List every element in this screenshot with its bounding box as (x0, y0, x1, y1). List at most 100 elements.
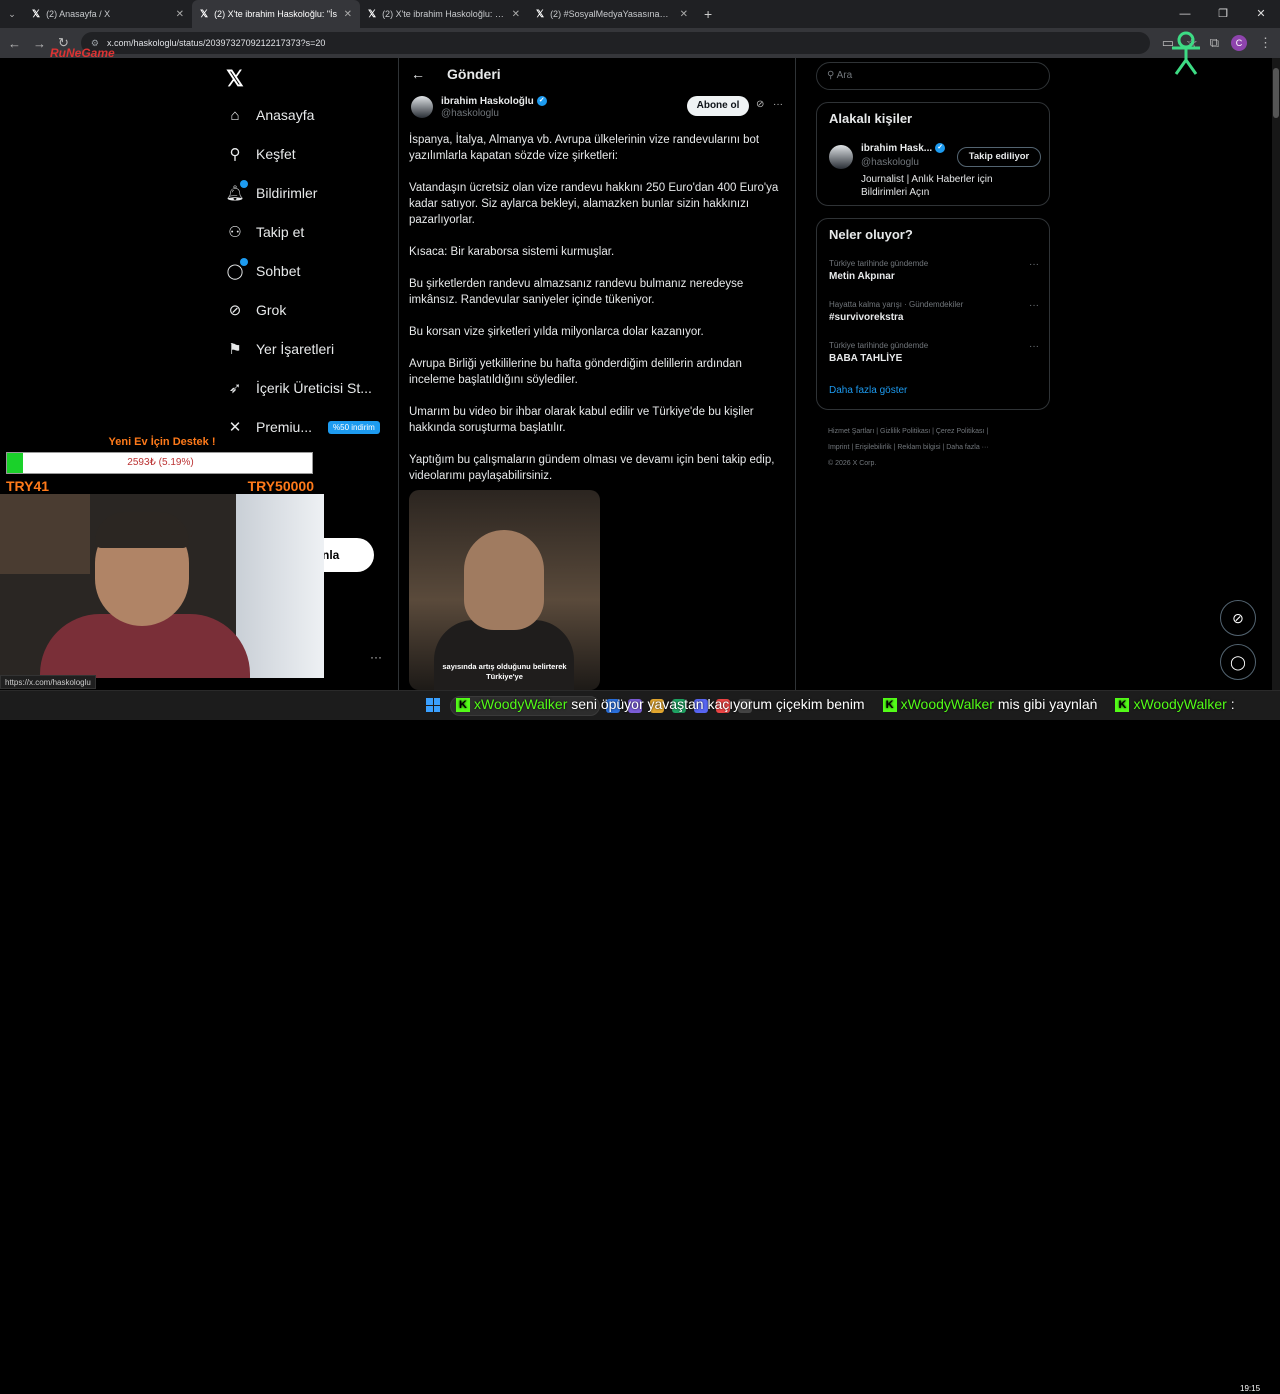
search-icon: ⚲ (229, 146, 241, 163)
person-bio: Journalist | Anlık Haberler için Bildiri… (861, 174, 993, 198)
nav-item-explore[interactable]: ⚲ Keşfet (226, 145, 296, 163)
related-people-panel: Alakalı kişiler ibrahim Hask... ✓ @haskol… (816, 102, 1050, 206)
trend-context: Hayatta kalma yarışı · Gündemdekiler (829, 300, 964, 309)
nav-item-follow[interactable]: ⚇ Takip et (226, 223, 304, 241)
notification-dot (240, 258, 248, 266)
person-handle[interactable]: @haskologlu (861, 157, 919, 168)
related-title: Alakalı kişiler (829, 111, 913, 126)
nav-item-grok[interactable]: ⊘ Grok (226, 301, 287, 319)
trend-context: Türkiye tarihinde gündemde (829, 341, 929, 350)
page-scrollbar[interactable] (1272, 58, 1280, 690)
trends-panel: Neler oluyor? Türkiye tarihinde gündemde… (816, 218, 1050, 410)
nav-item-chat[interactable]: ◯ Sohbet (226, 258, 300, 280)
nav-label: Premiu... (256, 419, 313, 435)
trend-more-icon[interactable]: ··· (1029, 300, 1039, 311)
url-bar[interactable]: ⚙ x.com/haskologlu/status/20397327092122… (80, 32, 1150, 54)
new-tab-icon[interactable]: + (696, 6, 720, 22)
tab-close-icon[interactable]: ✕ (176, 9, 184, 20)
chat-icon: ◯ (226, 258, 248, 280)
post-paragraph: Avrupa Birliği yetkililerine bu hafta gö… (409, 358, 742, 386)
ticker-message: KxWoodyWalker seni öpüyor yavaştan kaçıy… (456, 696, 865, 713)
taskbar-clock: 19:15 (1240, 1384, 1261, 1393)
post-paragraph: Kısaca: Bir karaborsa sistemi kurmuşlar. (409, 246, 615, 258)
ticker-text: seni öpüyor yavaştan kaçıyorum çiçekim b… (571, 696, 865, 712)
maximize-icon[interactable]: ❐ (1204, 0, 1242, 28)
post-column: ← Gönderi ibrahim Haskoloğlu ✓ @haskologl… (398, 58, 796, 690)
trend-item[interactable]: Türkiye tarihinde gündemde BABA TAHLİYE … (829, 341, 1039, 364)
close-window-icon[interactable]: ✕ (1242, 0, 1280, 28)
ticker-message: KxWoodyWalker : (1115, 696, 1235, 713)
tab-title: (2) #SosyalMedyaYasasınaHay (550, 9, 674, 19)
author-handle[interactable]: @haskologlu (441, 108, 499, 119)
trend-more-icon[interactable]: ··· (1029, 259, 1039, 270)
x-favicon-icon: 𝕏 (200, 8, 209, 20)
trend-more-icon[interactable]: ··· (1029, 341, 1039, 352)
more-options-icon[interactable]: ··· (773, 99, 783, 110)
post-author: ibrahim Haskoloğlu ✓ @haskologlu Abone ol… (411, 96, 787, 124)
account-more-icon[interactable]: ··· (370, 650, 382, 664)
windows-start-icon[interactable] (426, 698, 440, 712)
nav-item-premium[interactable]: ✕ Premiu... %50 indirim (226, 418, 380, 436)
nav-label: Bildirimler (256, 185, 318, 201)
nav-item-home[interactable]: ⌂ Anasayfa (226, 106, 314, 124)
menu-icon[interactable]: ⋮ (1259, 35, 1272, 51)
post-video[interactable]: sayısında artış olduğunu belirterek Türk… (409, 490, 600, 690)
show-more-link[interactable]: Daha fazla göster (829, 385, 907, 396)
trend-item[interactable]: Türkiye tarihinde gündemde Metin Akpınar… (829, 259, 1039, 282)
webcam-background-wall (236, 494, 324, 678)
browser-tab-0[interactable]: 𝕏 (2) Anasayfa / X ✕ (24, 0, 192, 28)
trend-item[interactable]: Hayatta kalma yarışı · Gündemdekiler #su… (829, 300, 1039, 323)
tab-close-icon[interactable]: ✕ (344, 9, 352, 20)
grok-icon: ⊘ (228, 302, 242, 319)
tab-close-icon[interactable]: ✕ (512, 9, 520, 20)
post-paragraph: Bu korsan vize şirketleri yılda milyonla… (409, 326, 704, 338)
back-arrow-icon[interactable]: ← (411, 66, 425, 82)
trend-title: #survivorekstra (829, 312, 904, 323)
post-header: ← Gönderi (411, 66, 501, 82)
grok-fab-icon[interactable]: ⊘ (1220, 600, 1256, 636)
tab-close-icon[interactable]: ✕ (680, 9, 688, 20)
subscribe-button[interactable]: Abone ol (687, 96, 749, 116)
search-icon: ⚲ (827, 70, 837, 81)
browser-tab-2[interactable]: 𝕏 (2) X'te ibrahim Haskoloğlu: "Sa ✕ (360, 0, 528, 28)
nav-item-bookmarks[interactable]: ⚑ Yer İşaretleri (226, 340, 334, 358)
avatar[interactable] (829, 145, 853, 169)
nav-item-notifications[interactable]: 🔔︎ Bildirimler (225, 180, 318, 202)
author-name[interactable]: ibrahim Haskoloğlu ✓ (441, 96, 547, 107)
scrollbar-thumb[interactable] (1273, 68, 1279, 118)
following-button[interactable]: Takip ediliyor (957, 147, 1041, 167)
footer-links[interactable]: Hizmet Şartları | Gizlilik Politikası | … (828, 424, 1048, 440)
trend-title: BABA TAHLİYE (829, 353, 903, 364)
search-placeholder: Ara (836, 70, 853, 81)
search-input[interactable]: ⚲ Ara (816, 62, 1050, 90)
back-icon[interactable]: ← (8, 36, 21, 51)
donation-min: TRY41 (6, 478, 50, 494)
profile-avatar[interactable]: C (1231, 35, 1247, 51)
post-header-title: Gönderi (447, 66, 501, 82)
tab-title: (2) Anasayfa / X (46, 9, 111, 19)
browser-tab-1[interactable]: 𝕏 (2) X'te ibrahim Haskoloğlu: "İs ✕ (192, 0, 360, 28)
x-logo-icon[interactable]: 𝕏 (226, 66, 244, 92)
extensions-icon[interactable]: ⧉ (1210, 35, 1219, 51)
grok-explain-icon[interactable]: ⊘ (756, 99, 764, 110)
messages-fab-icon[interactable]: ◯ (1220, 644, 1256, 680)
address-toolbar: ← → ↻ ⚙ x.com/haskologlu/status/20397327… (0, 28, 1280, 58)
donation-title: Yeni Ev İçin Destek ! (108, 436, 216, 448)
footer-links[interactable]: Imprint | Erişilebilirlik | Reklam bilgi… (828, 440, 1048, 456)
person-name[interactable]: ibrahim Hask... ✓ (861, 143, 946, 154)
donation-progress-bar: 2593₺ (5.19%) (6, 452, 313, 474)
link-status-bar: https://x.com/haskologlu (0, 675, 96, 689)
x-favicon-icon: 𝕏 (536, 8, 545, 20)
minimize-icon[interactable]: — (1166, 0, 1204, 28)
browser-tab-3[interactable]: 𝕏 (2) #SosyalMedyaYasasınaHay ✕ (528, 0, 696, 28)
verified-badge-icon: ✓ (935, 143, 946, 154)
post-text: İspanya, İtalya, Almanya vb. Avrupa ülke… (409, 132, 789, 500)
tab-search-icon[interactable]: ⌄ (0, 9, 24, 20)
ticker-message: KxWoodyWalker mis gibi yaynlaṅ (882, 696, 1097, 713)
browser-tab-strip: ⌄ 𝕏 (2) Anasayfa / X ✕ 𝕏 (2) X'te ibrahi… (0, 0, 1280, 28)
avatar[interactable] (411, 96, 433, 118)
x-icon: ✕ (228, 419, 242, 436)
forward-icon[interactable]: → (33, 36, 46, 51)
nav-item-creator-studio[interactable]: ➶ İçerik Üreticisi St... (226, 379, 372, 397)
nav-label: Keşfet (256, 146, 296, 162)
